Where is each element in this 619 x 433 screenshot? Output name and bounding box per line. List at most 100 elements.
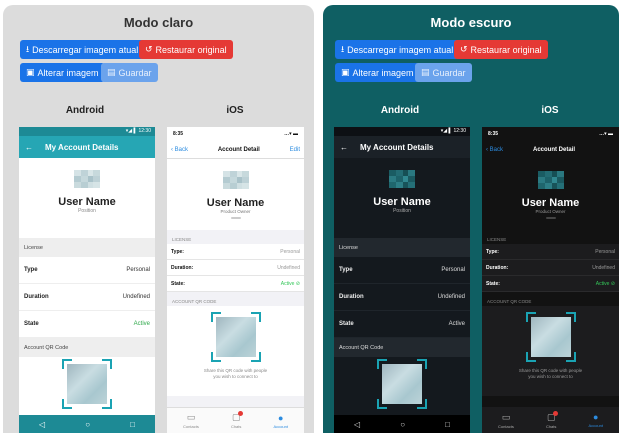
license-row-duration: Duration Undefined: [19, 284, 155, 311]
contacts-icon: ▭: [186, 412, 196, 422]
android-label: Android: [380, 105, 420, 116]
tab-account[interactable]: ● Account: [273, 413, 287, 429]
ios-label: iOS: [226, 105, 244, 116]
nav-back-icon[interactable]: ◁: [354, 420, 360, 429]
account-icon: ●: [592, 412, 599, 422]
status-pill: [545, 217, 556, 219]
back-arrow-icon[interactable]: ←: [340, 143, 348, 152]
user-name: User Name: [373, 196, 431, 208]
user-name: User Name: [521, 197, 580, 209]
change-image-button[interactable]: ▣ Alterar imagem: [20, 63, 105, 82]
edit-button[interactable]: Edit: [290, 147, 300, 153]
profile-header: User Name Product Owner: [482, 159, 619, 230]
user-name: User Name: [206, 197, 265, 209]
license-section-header: License: [19, 238, 155, 257]
qr-code: [377, 359, 427, 409]
nav-recents-icon[interactable]: □: [445, 420, 450, 429]
nav-home-icon[interactable]: ○: [85, 420, 90, 429]
change-image-button[interactable]: ▣ Alterar imagem: [335, 63, 420, 82]
profile-header: User Name Product Owner: [167, 159, 304, 230]
avatar: [537, 171, 564, 189]
license-row-state: State: Active ⊘: [482, 276, 619, 292]
ios-light-phone: 8:35 …▾ ▬ ‹ Back Account Detail Edit Use…: [167, 127, 304, 433]
app-bar: ← My Account Details: [334, 136, 470, 158]
ios-tab-bar: ▭ Contacts ▢ Chats ● Account: [167, 407, 304, 433]
android-label: Android: [65, 105, 105, 116]
app-bar-title: My Account Details: [360, 142, 434, 152]
undo-icon: ↺: [460, 44, 468, 54]
qr-section-header: Account QR Code: [334, 338, 470, 357]
android-light-phone: ▾◢ ▌ 12:30 ← My Account Details User Nam…: [19, 127, 155, 433]
check-circle-icon: ⊘: [610, 280, 615, 287]
license-row-state: State Active: [334, 311, 470, 338]
nav-back-icon[interactable]: ◁: [39, 420, 45, 429]
app-bar-title: My Account Details: [45, 142, 119, 152]
chats-icon: ▢: [547, 410, 559, 423]
restore-original-button[interactable]: ↺ Restaurar original: [139, 40, 233, 59]
nav-home-icon[interactable]: ○: [400, 420, 405, 429]
nav-title: Account Detail: [533, 147, 576, 153]
profile-header: User Name Position: [19, 158, 155, 238]
license-row-type: Type: Personal: [167, 244, 304, 260]
save-button[interactable]: ▤ Guardar: [415, 63, 472, 82]
image-icon: ▣: [341, 67, 350, 77]
nav-title: Account Detail: [217, 146, 260, 153]
status-pill: [230, 217, 241, 219]
back-arrow-icon[interactable]: ←: [25, 143, 33, 152]
tab-contacts[interactable]: ▭ Contacts: [498, 412, 514, 429]
qr-code: [62, 359, 112, 409]
user-position: Product Owner: [535, 209, 566, 214]
back-button[interactable]: ‹ Back: [486, 147, 503, 153]
license-section-header: License: [334, 238, 470, 257]
back-button[interactable]: ‹ Back: [171, 147, 188, 153]
license-row-type: Type Personal: [19, 257, 155, 284]
profile-header: User Name Position: [334, 158, 470, 238]
ios-tab-bar: ▭ Contacts ▢ Chats ● Account: [482, 407, 619, 433]
license-row-type: Type Personal: [334, 257, 470, 284]
save-button[interactable]: ▤ Guardar: [101, 63, 158, 82]
ios-nav-bar: ‹ Back Account Detail: [482, 141, 619, 159]
download-icon: ⭳: [26, 43, 30, 54]
chats-icon: ▢: [232, 411, 244, 423]
license-row-duration: Duration: Undefined: [482, 260, 619, 276]
tab-chats[interactable]: ▢ Chats: [546, 410, 559, 429]
nav-recents-icon[interactable]: □: [130, 420, 135, 429]
tab-chats[interactable]: ▢ Chats: [231, 411, 244, 429]
ios-label: iOS: [541, 105, 559, 116]
qr-code: [526, 312, 576, 362]
qr-section-header: ACCOUNT QR CODE: [172, 299, 217, 304]
qr-code: [211, 312, 261, 362]
share-text-line-2: you wish to connect to: [528, 374, 573, 379]
ios-status-bar: 8:35 …▾ ▬: [482, 127, 619, 141]
tab-account[interactable]: ● Account: [588, 412, 602, 428]
download-image-button[interactable]: ⭳ Descarregar imagem atual: [20, 40, 145, 59]
app-bar: ← My Account Details: [19, 136, 155, 158]
status-bar: ▾◢ ▌ 12:30: [334, 127, 470, 136]
share-text-line-2: you wish to connect to: [213, 374, 258, 379]
license-section-header: LICENSE: [172, 237, 192, 242]
android-nav-bar: ◁ ○ □: [19, 415, 155, 433]
license-section-header: LICENSE: [487, 237, 507, 242]
download-icon: ⭳: [341, 43, 345, 54]
restore-original-button[interactable]: ↺ Restaurar original: [454, 40, 548, 59]
contacts-icon: ▭: [501, 411, 511, 422]
user-position: Product Owner: [220, 209, 251, 214]
undo-icon: ↺: [145, 44, 153, 54]
avatar: [389, 170, 415, 188]
qr-area: Share this QR code with people you wish …: [167, 306, 304, 396]
dark-mode-panel: Modo escuro ⭳ Descarregar imagem atual ↺…: [323, 5, 619, 433]
user-position: Position: [393, 208, 411, 214]
tab-contacts[interactable]: ▭ Contacts: [183, 412, 199, 429]
image-icon: ▣: [26, 67, 35, 77]
panel-title: Modo claro: [123, 15, 194, 30]
user-name: User Name: [58, 196, 116, 208]
user-position: Position: [78, 208, 96, 214]
check-circle-icon: ⊘: [295, 280, 300, 287]
save-icon: ▤: [421, 67, 430, 77]
download-image-button[interactable]: ⭳ Descarregar imagem atual: [335, 40, 460, 59]
comparison-stage: Modo claro ⭳ Descarregar imagem atual ↺ …: [0, 0, 619, 433]
light-mode-panel: Modo claro ⭳ Descarregar imagem atual ↺ …: [3, 5, 314, 433]
qr-section-header: Account QR Code: [19, 338, 155, 357]
android-dark-phone: ▾◢ ▌ 12:30 ← My Account Details User Nam…: [334, 127, 470, 433]
save-icon: ▤: [107, 67, 116, 77]
